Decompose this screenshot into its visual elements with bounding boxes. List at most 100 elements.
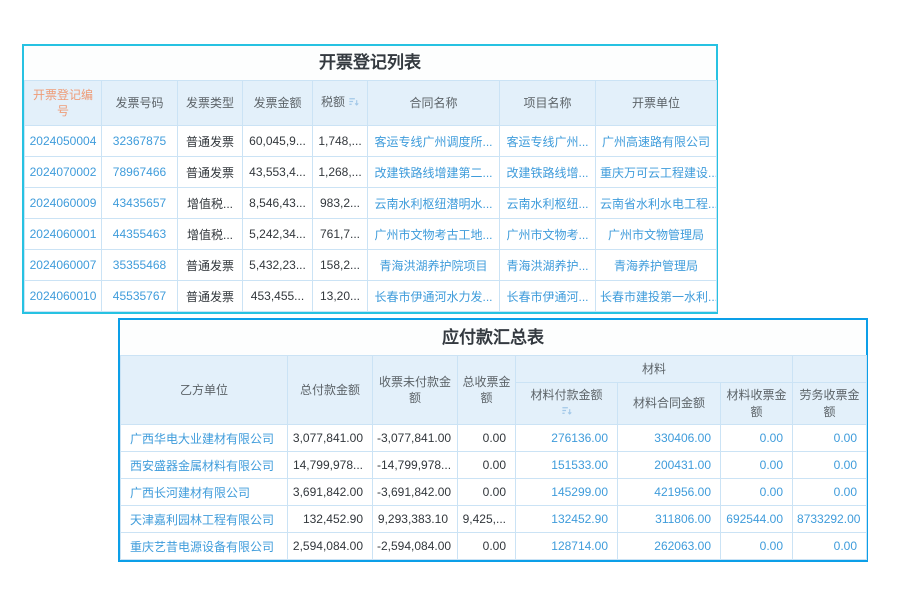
contract-name-link[interactable]: 广州市文物考古工地... — [367, 218, 500, 250]
total-received-cell: 0.00 — [457, 478, 516, 506]
contract-name-link[interactable]: 长春市伊通河水力发... — [367, 280, 500, 312]
invoice-no-link[interactable]: 78967466 — [101, 156, 178, 188]
tax-cell: 761,7... — [312, 218, 368, 250]
party-name-link[interactable]: 重庆艺昔电源设备有限公司 — [120, 532, 288, 560]
labor-received-cell[interactable]: 0.00 — [792, 478, 868, 506]
total-received-cell: 9,425,... — [457, 505, 516, 533]
party-name-link[interactable]: 广西长河建材有限公司 — [120, 478, 288, 506]
project-name-link[interactable]: 广州市文物考... — [499, 218, 596, 250]
project-name-link[interactable]: 云南水利枢纽... — [499, 187, 596, 219]
col-header-invoice-type: 发票类型 — [177, 80, 243, 126]
table-row: 2024060001 44355463 增值税... 5,242,34... 7… — [24, 218, 717, 250]
table-row: 2024070002 78967466 普通发票 43,553,4... 1,2… — [24, 156, 717, 188]
register-no-link[interactable]: 2024070002 — [24, 156, 102, 188]
material-received-cell[interactable]: 0.00 — [719, 532, 794, 560]
issuing-unit-link[interactable]: 云南省水利水电工程... — [595, 187, 717, 219]
payable-table-title: 应付款汇总表 — [120, 320, 866, 355]
material-contract-cell[interactable]: 311806.00 — [617, 505, 721, 533]
col-group-material: 材料 — [514, 355, 794, 383]
register-no-link[interactable]: 2024050004 — [24, 125, 102, 157]
issuing-unit-link[interactable]: 青海养护管理局 — [595, 249, 717, 281]
material-received-cell[interactable]: 0.00 — [719, 451, 794, 479]
invoice-no-link[interactable]: 44355463 — [101, 218, 178, 250]
register-no-link[interactable]: 2024060001 — [24, 218, 102, 250]
material-contract-cell[interactable]: 262063.00 — [617, 532, 721, 560]
invoice-type-cell: 普通发票 — [177, 280, 243, 312]
table-row: 广西华电大业建材有限公司 3,077,841.00 -3,077,841.00 … — [120, 424, 868, 452]
invoice-no-link[interactable]: 32367875 — [101, 125, 178, 157]
labor-received-cell[interactable]: 0.00 — [792, 424, 868, 452]
tax-cell: 1,268,... — [312, 156, 368, 188]
issuing-unit-link[interactable]: 广州高速路有限公司 — [595, 125, 717, 157]
table-row: 2024060007 35355468 普通发票 5,432,23... 158… — [24, 249, 717, 281]
col-header-tax[interactable]: 税额 — [312, 80, 368, 126]
sort-icon[interactable] — [561, 404, 572, 420]
material-paid-cell[interactable]: 132452.90 — [515, 505, 618, 533]
tax-cell: 983,2... — [312, 187, 368, 219]
material-contract-cell[interactable]: 200431.00 — [617, 451, 721, 479]
project-name-link[interactable]: 改建铁路线增... — [499, 156, 596, 188]
register-no-link[interactable]: 2024060009 — [24, 187, 102, 219]
table-row: 2024060010 45535767 普通发票 453,455... 13,2… — [24, 280, 717, 312]
project-name-link[interactable]: 长春市伊通河... — [499, 280, 596, 312]
invoice-type-cell: 增值税... — [177, 218, 243, 250]
payable-table: 乙方单位 总付款金额 收票未付款金额 总收票金额 材料 材料付款金额 材料合同金… — [120, 355, 868, 560]
table-row: 重庆艺昔电源设备有限公司 2,594,084.00 -2,594,084.00 … — [120, 532, 868, 560]
table-row: 广西长河建材有限公司 3,691,842.00 -3,691,842.00 0.… — [120, 478, 868, 506]
issuing-unit-link[interactable]: 广州市文物管理局 — [595, 218, 717, 250]
register-no-link[interactable]: 2024060010 — [24, 280, 102, 312]
party-name-link[interactable]: 广西华电大业建材有限公司 — [120, 424, 288, 452]
invoice-header-row: 开票登记编号 发票号码 发票类型 发票金额 税额 合同名称 项目名称 开票单位 — [24, 80, 717, 126]
invoice-table-title: 开票登记列表 — [24, 46, 716, 80]
material-contract-cell[interactable]: 421956.00 — [617, 478, 721, 506]
col-header-material-contract: 材料合同金额 — [617, 382, 721, 425]
table-row: 2024060009 43435657 增值税... 8,546,43... 9… — [24, 187, 717, 219]
labor-received-cell[interactable]: 8733292.00 — [792, 505, 868, 533]
invoice-register-table-panel: 开票登记列表 开票登记编号 发票号码 发票类型 发票金额 税额 合同名称 项目名… — [22, 44, 718, 314]
material-received-cell[interactable]: 0.00 — [719, 424, 794, 452]
contract-name-link[interactable]: 客运专线广州调度所... — [367, 125, 500, 157]
contract-name-link[interactable]: 云南水利枢纽潜明水... — [367, 187, 500, 219]
col-header-invoice-no: 发票号码 — [101, 80, 178, 126]
labor-received-cell[interactable]: 0.00 — [792, 532, 868, 560]
payable-summary-table-panel: 应付款汇总表 乙方单位 总付款金额 收票未付款金额 总收票金额 材料 材料付款金… — [118, 318, 868, 562]
col-header-total-paid: 总付款金额 — [287, 355, 373, 425]
invoice-no-link[interactable]: 43435657 — [101, 187, 178, 219]
register-no-link[interactable]: 2024060007 — [24, 249, 102, 281]
material-paid-cell[interactable]: 145299.00 — [515, 478, 618, 506]
invoice-no-link[interactable]: 45535767 — [101, 280, 178, 312]
tax-cell: 1,748,... — [312, 125, 368, 157]
col-header-material-paid[interactable]: 材料付款金额 — [515, 382, 618, 425]
issuing-unit-link[interactable]: 长春市建投第一水利... — [595, 280, 717, 312]
total-paid-cell: 2,594,084.00 — [287, 532, 373, 560]
payable-header-spacer — [792, 355, 868, 383]
party-name-link[interactable]: 西安盛器金属材料有限公司 — [120, 451, 288, 479]
total-received-cell: 0.00 — [457, 424, 516, 452]
invoice-amount-cell: 43,553,4... — [242, 156, 313, 188]
received-unpaid-cell: -2,594,084.00 — [372, 532, 458, 560]
material-received-cell[interactable]: 692544.00 — [719, 505, 794, 533]
material-paid-cell[interactable]: 128714.00 — [515, 532, 618, 560]
sort-icon[interactable] — [348, 95, 359, 111]
contract-name-link[interactable]: 青海洪湖养护院项目 — [367, 249, 500, 281]
total-paid-cell: 14,799,978... — [287, 451, 373, 479]
invoice-amount-cell: 8,546,43... — [242, 187, 313, 219]
project-name-link[interactable]: 客运专线广州... — [499, 125, 596, 157]
issuing-unit-link[interactable]: 重庆万可云工程建设... — [595, 156, 717, 188]
invoice-no-link[interactable]: 35355468 — [101, 249, 178, 281]
table-row: 2024050004 32367875 普通发票 60,045,9... 1,7… — [24, 125, 717, 157]
material-paid-cell[interactable]: 151533.00 — [515, 451, 618, 479]
material-contract-cell[interactable]: 330406.00 — [617, 424, 721, 452]
col-header-material-received: 材料收票金额 — [719, 382, 794, 425]
contract-name-link[interactable]: 改建铁路线增建第二... — [367, 156, 500, 188]
party-name-link[interactable]: 天津嘉利园林工程有限公司 — [120, 505, 288, 533]
labor-received-cell[interactable]: 0.00 — [792, 451, 868, 479]
material-received-cell[interactable]: 0.00 — [719, 478, 794, 506]
material-paid-cell[interactable]: 276136.00 — [515, 424, 618, 452]
invoice-type-cell: 增值税... — [177, 187, 243, 219]
project-name-link[interactable]: 青海洪湖养护... — [499, 249, 596, 281]
total-paid-cell: 132,452.90 — [287, 505, 373, 533]
col-header-contract-name: 合同名称 — [367, 80, 500, 126]
col-header-invoice-amount: 发票金额 — [242, 80, 313, 126]
col-header-received-unpaid: 收票未付款金额 — [372, 355, 458, 425]
